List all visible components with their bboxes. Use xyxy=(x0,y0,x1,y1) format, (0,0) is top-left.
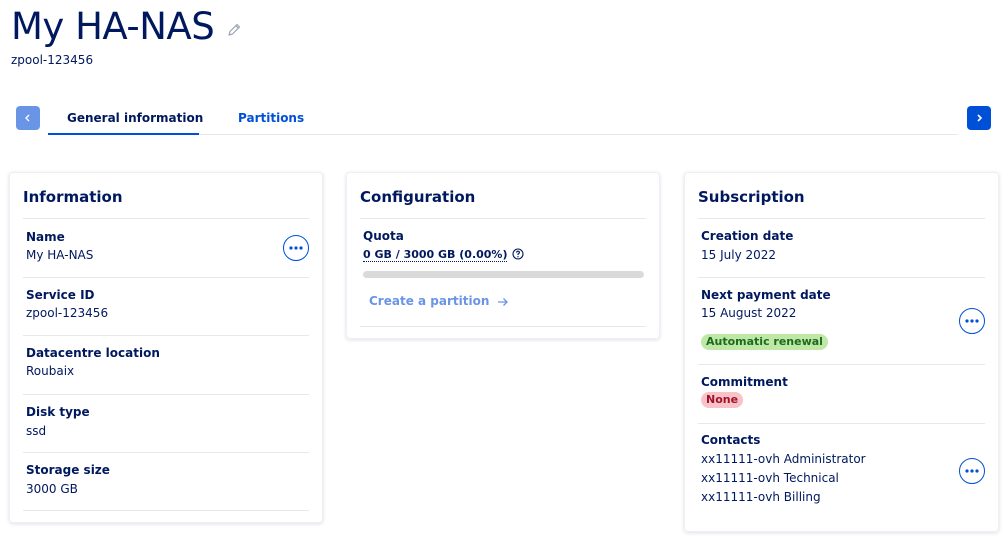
tabs-scroll-next-button[interactable] xyxy=(967,106,991,130)
row-value: zpool-123456 xyxy=(26,306,109,320)
create-partition-link[interactable]: Create a partition xyxy=(369,294,509,308)
ellipsis-icon xyxy=(965,469,979,473)
ellipsis-icon xyxy=(289,246,303,250)
sub-row-creation-date: Creation date 15 July 2022 xyxy=(698,218,985,277)
page-title: My HA-NAS xyxy=(11,5,215,48)
row-value: Roubaix xyxy=(26,364,75,378)
contact-item: xx11111-ovh Technical xyxy=(701,471,839,485)
pencil-icon[interactable] xyxy=(226,22,242,38)
sub-row-next-payment: Next payment date 15 August 2022 Automat… xyxy=(698,277,985,364)
quota-row: Quota 0 GB / 3000 GB (0.00%) Create a pa… xyxy=(360,218,646,327)
ellipsis-icon xyxy=(965,319,979,323)
tab-general-information[interactable]: General information xyxy=(67,111,203,125)
name-actions-button[interactable] xyxy=(283,235,309,261)
commitment-badge: None xyxy=(701,392,744,408)
row-value: 3000 GB xyxy=(26,482,78,496)
row-label: Service ID xyxy=(26,288,95,302)
contact-item: xx11111-ovh Administrator xyxy=(701,452,866,466)
arrow-right-icon xyxy=(498,297,509,306)
row-value: My HA-NAS xyxy=(26,248,94,262)
tabs-bar: General information Partitions xyxy=(16,106,991,136)
subscription-card: Subscription Creation date 15 July 2022 … xyxy=(684,172,999,532)
quota-progress-bar xyxy=(363,271,644,278)
row-label: Storage size xyxy=(26,463,110,477)
contact-item: xx11111-ovh Billing xyxy=(701,490,821,504)
row-value: 15 August 2022 xyxy=(701,306,797,320)
card-title: Subscription xyxy=(698,188,805,206)
info-row-service-id: Service ID zpool-123456 xyxy=(23,277,309,335)
row-label: Creation date xyxy=(701,229,794,243)
info-row-name: Name My HA-NAS xyxy=(23,218,309,277)
tabs-scroll-prev-button[interactable] xyxy=(16,106,40,130)
row-label: Next payment date xyxy=(701,288,831,302)
card-title: Configuration xyxy=(360,188,476,206)
info-row-datacentre: Datacentre location Roubaix xyxy=(23,335,309,394)
row-label: Commitment xyxy=(701,375,788,389)
info-row-disk-type: Disk type ssd xyxy=(23,394,309,452)
row-label: Contacts xyxy=(701,433,761,447)
contacts-actions-button[interactable] xyxy=(959,458,985,484)
quota-value: 0 GB / 3000 GB (0.00%) xyxy=(363,248,508,262)
active-tab-indicator xyxy=(48,133,199,135)
question-circle-icon[interactable] xyxy=(512,248,524,260)
row-label: Disk type xyxy=(26,405,90,419)
info-row-storage-size: Storage size 3000 GB xyxy=(23,452,309,511)
row-label: Datacentre location xyxy=(26,346,160,360)
card-title: Information xyxy=(23,188,123,206)
create-partition-label: Create a partition xyxy=(369,294,490,308)
sub-row-commitment: Commitment None xyxy=(698,364,985,423)
information-card: Information Name My HA-NAS Service ID zp… xyxy=(9,172,323,523)
chevron-right-icon xyxy=(977,114,983,122)
page-subtitle: zpool-123456 xyxy=(11,53,94,67)
row-value: 15 July 2022 xyxy=(701,248,777,262)
chevron-left-icon xyxy=(25,114,30,122)
automatic-renewal-badge: Automatic renewal xyxy=(701,334,828,350)
quota-label: Quota xyxy=(363,229,404,243)
row-value: ssd xyxy=(26,424,47,438)
sub-row-contacts: Contacts xx11111-ovh Administrator xx111… xyxy=(698,423,985,520)
page-header: My HA-NAS xyxy=(11,4,242,50)
row-label: Name xyxy=(26,230,65,244)
tab-partitions[interactable]: Partitions xyxy=(238,111,304,125)
configuration-card: Configuration Quota 0 GB / 3000 GB (0.00… xyxy=(346,172,660,339)
payment-actions-button[interactable] xyxy=(959,308,985,334)
